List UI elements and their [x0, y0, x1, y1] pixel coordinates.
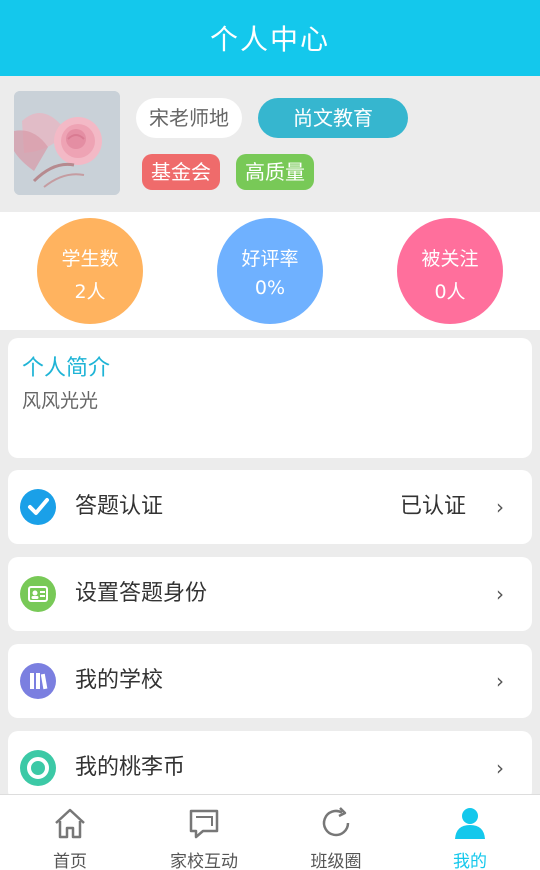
page-title: 个人中心	[209, 23, 330, 56]
chevron-right-icon: ›	[496, 669, 504, 693]
chat-icon	[189, 809, 219, 839]
tab-class-circle[interactable]: 班级圈	[276, 795, 396, 870]
chevron-right-icon: ›	[496, 495, 504, 519]
teacher-name: 宋老师地	[136, 98, 242, 138]
certification-status: 已认证	[399, 494, 466, 519]
stat-value: 0%	[254, 277, 286, 299]
stat-label: 好评率	[241, 248, 299, 270]
home-icon	[55, 808, 85, 839]
coin-ring-icon	[20, 750, 56, 786]
menu-item-my-school[interactable]: 我的学校 ›	[8, 644, 532, 718]
refresh-icon	[322, 807, 350, 837]
stat-label: 学生数	[61, 248, 119, 270]
app-header: 个人中心	[0, 0, 540, 76]
stat-followers[interactable]: 被关注 0人	[397, 218, 503, 324]
chevron-right-icon: ›	[496, 582, 504, 606]
menu-item-answer-certification[interactable]: 答题认证 已认证 ›	[8, 470, 532, 544]
menu-item-label: 答题认证	[75, 494, 164, 519]
stat-rating[interactable]: 好评率 0%	[217, 218, 323, 324]
organization-tag[interactable]: 尚文教育	[258, 98, 408, 138]
stat-value: 0人	[434, 281, 466, 303]
tab-label: 家校互动	[170, 852, 238, 870]
stat-students[interactable]: 学生数 2人	[37, 218, 143, 324]
menu-item-my-coins[interactable]: 我的桃李币 ›	[8, 731, 532, 801]
person-icon	[455, 808, 485, 839]
intro-card: 个人简介 风风光光	[8, 338, 532, 458]
check-circle-icon	[20, 489, 56, 525]
stat-value: 2人	[74, 281, 106, 303]
intro-text: 风风光光	[22, 390, 99, 412]
intro-title: 个人简介	[22, 356, 111, 381]
stats-section: 学生数 2人 好评率 0% 被关注 0人	[0, 212, 540, 330]
tab-label: 班级圈	[310, 852, 362, 870]
bottom-tab-bar: 首页 家校互动 班级圈 我的	[0, 794, 540, 870]
tab-label: 我的	[453, 852, 487, 870]
menu-item-label: 我的学校	[75, 668, 164, 693]
tag-foundation: 基金会	[142, 154, 220, 190]
tab-home-school[interactable]: 家校互动	[144, 795, 264, 870]
tag-high-quality: 高质量	[236, 154, 314, 190]
tab-mine[interactable]: 我的	[410, 795, 530, 870]
menu-item-set-identity[interactable]: 设置答题身份 ›	[8, 557, 532, 631]
books-icon	[20, 663, 56, 699]
avatar[interactable]	[14, 91, 120, 195]
stat-label: 被关注	[421, 248, 479, 270]
rose-photo	[14, 91, 120, 195]
menu-item-label: 设置答题身份	[75, 581, 208, 606]
id-card-icon	[20, 576, 56, 612]
tab-label: 首页	[53, 852, 87, 870]
profile-section: 宋老师地 尚文教育 基金会 高质量	[0, 76, 540, 212]
tab-home[interactable]: 首页	[10, 795, 130, 870]
